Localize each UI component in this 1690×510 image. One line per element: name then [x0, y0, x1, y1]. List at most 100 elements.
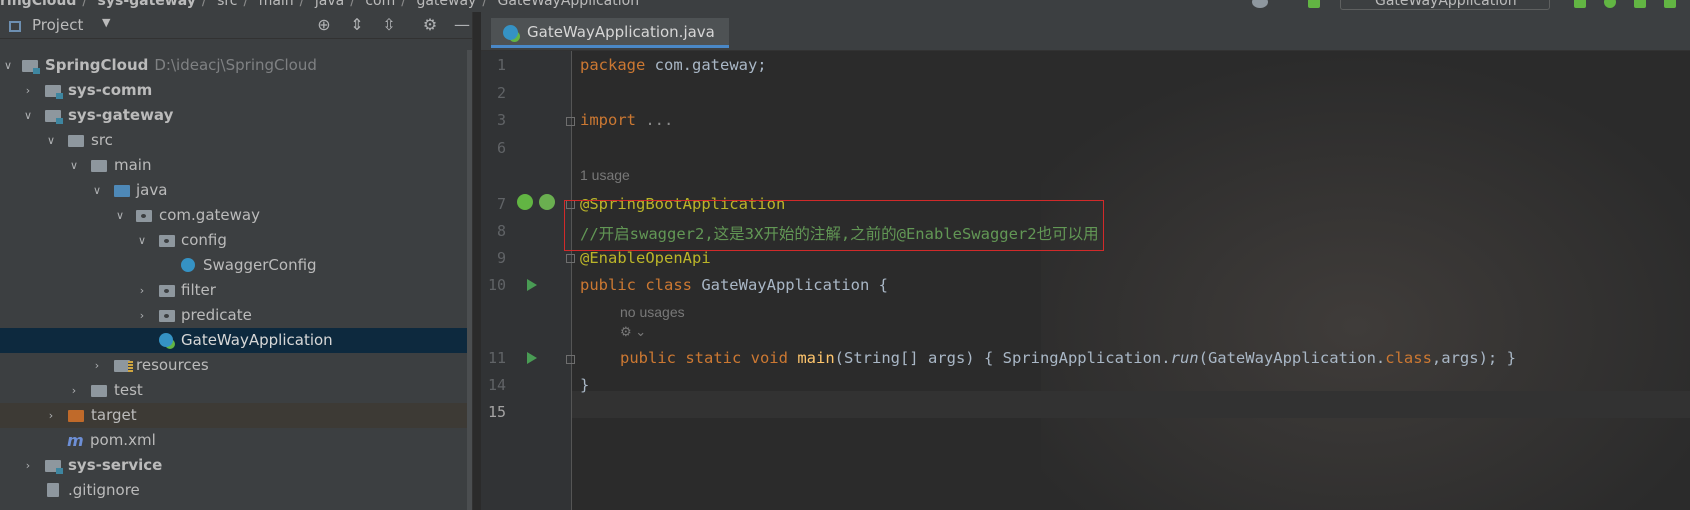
run-icon[interactable] [1574, 0, 1586, 8]
project-panel-title[interactable]: Project [32, 16, 83, 34]
tree-node-gitignore[interactable]: .gitignore [0, 478, 467, 503]
chevron-down-icon[interactable]: ∨ [91, 178, 103, 203]
locate-file-icon[interactable]: ⊕ [313, 14, 335, 36]
expand-all-icon[interactable]: ⇕ [346, 14, 368, 36]
breadcrumb: ringCloud / sys-gateway / src / main / java /… [0, 0, 645, 9]
coverage-icon[interactable] [1634, 0, 1646, 8]
chevron-right-icon[interactable]: › [68, 378, 80, 403]
folded-imports[interactable]: ... [636, 111, 673, 129]
gear-icon[interactable]: ⚙ [419, 14, 441, 36]
tree-node-gatewayapplication[interactable]: GateWayApplication [0, 328, 467, 353]
chevron-down-icon[interactable]: ∨ [45, 128, 57, 153]
chevron-right-icon[interactable]: › [136, 278, 148, 303]
tree-node-label: com.gateway [159, 206, 260, 224]
package-icon [136, 210, 152, 222]
tree-node-config[interactable]: ∨ config [0, 228, 467, 253]
tree-node-predicate[interactable]: › predicate [0, 303, 467, 328]
run-configuration-select[interactable]: GateWayApplication [1340, 0, 1550, 10]
line-number: 9 [496, 249, 506, 267]
breadcrumb-item[interactable]: java [315, 0, 344, 9]
code-line-11: public static void main(String[] args) {… [620, 349, 1516, 367]
run-gutter-icon[interactable] [527, 352, 537, 364]
chevron-down-icon[interactable]: ∨ [114, 203, 126, 228]
profile-icon[interactable] [1664, 0, 1676, 8]
tree-node-main[interactable]: ∨ main [0, 153, 467, 178]
chevron-down-icon[interactable]: ∨ [22, 103, 34, 128]
tree-node-pom-xml[interactable]: m pom.xml [0, 428, 467, 453]
chevron-right-icon[interactable]: › [91, 353, 103, 378]
run-gutter-icon[interactable] [527, 279, 537, 291]
fold-marker-icon[interactable] [566, 355, 575, 364]
chevron-right-icon[interactable]: › [136, 303, 148, 328]
chevron-down-icon[interactable]: ∨ [2, 53, 14, 78]
class-declaration: GateWayApplication { [691, 276, 888, 294]
tab-gatewayapplication-java[interactable]: GateWayApplication.java [491, 18, 729, 48]
line-number: 14 [487, 376, 506, 394]
code-editor[interactable]: 1 2 3 6 7 8 9 10 11 14 15 package com.ga… [481, 51, 1690, 510]
tree-node-path: D:\ideacj\SpringCloud [154, 56, 317, 74]
tree-node-sys-service[interactable]: › sys-service [0, 453, 467, 478]
breadcrumb-item[interactable]: gateway [416, 0, 476, 9]
fold-marker-icon[interactable] [566, 117, 575, 126]
breadcrumb-separator: / [299, 0, 305, 9]
breadcrumb-separator: / [201, 0, 207, 9]
tree-node-label: sys-comm [68, 81, 153, 99]
fold-marker-icon[interactable] [566, 254, 575, 263]
inlay-settings-icon[interactable]: ⚙ ⌄ [620, 324, 646, 340]
chevron-down-icon[interactable]: ∨ [136, 228, 148, 253]
folder-icon [91, 385, 107, 397]
breadcrumb-item[interactable]: src [217, 0, 237, 9]
code-text: (String[] args) { SpringApplication. [834, 349, 1171, 367]
tree-node-label: config [181, 231, 227, 249]
tree-node-com-gateway[interactable]: ∨ com.gateway [0, 203, 467, 228]
build-hammer-icon[interactable] [1308, 0, 1320, 8]
breadcrumb-item[interactable]: ringCloud [0, 0, 76, 9]
tree-node-filter[interactable]: › filter [0, 278, 467, 303]
keyword: package [580, 56, 646, 74]
tree-node-label: pom.xml [90, 431, 156, 449]
tree-node-label: sys-service [68, 456, 163, 474]
line-number: 10 [487, 276, 506, 294]
user-icon[interactable] [1252, 0, 1268, 8]
line-number: 6 [496, 139, 506, 157]
tree-node-sys-comm[interactable]: › sys-comm [0, 78, 467, 103]
debug-icon[interactable] [1604, 0, 1616, 8]
module-folder-icon [22, 60, 40, 74]
method-call: run [1170, 349, 1199, 367]
tree-node-src[interactable]: ∨ src [0, 128, 467, 153]
tree-node-test[interactable]: › test [0, 378, 467, 403]
tree-node-label: predicate [181, 306, 252, 324]
chevron-right-icon[interactable]: › [22, 453, 34, 478]
module-folder-icon [45, 460, 63, 474]
no-usages-hint[interactable]: no usages [620, 304, 685, 320]
usage-hint[interactable]: 1 usage [580, 167, 630, 183]
chevron-right-icon[interactable]: › [45, 403, 57, 428]
line-number: 3 [496, 111, 506, 129]
keyword: class [1385, 349, 1432, 367]
chevron-down-icon[interactable]: ∨ [68, 153, 80, 178]
editor-tab-bar: GateWayApplication.java [481, 12, 1690, 51]
breadcrumb-item[interactable]: main [259, 0, 294, 9]
background-image [1041, 51, 1690, 510]
collapse-all-icon[interactable]: ⇳ [378, 14, 400, 36]
line-number: 11 [487, 349, 506, 367]
chevron-right-icon[interactable]: › [22, 78, 34, 103]
breadcrumb-item[interactable]: GateWayApplication [498, 0, 640, 9]
tree-node-java[interactable]: ∨ java [0, 178, 467, 203]
spring-bean-icon[interactable] [517, 194, 533, 210]
tree-node-swaggerconfig[interactable]: SwaggerConfig [0, 253, 467, 278]
tree-node-target[interactable]: › target [0, 403, 467, 428]
package-icon [159, 310, 175, 322]
source-folder-icon [114, 185, 130, 197]
keyword: public static void [620, 349, 788, 367]
chevron-down-icon[interactable]: ▼ [102, 16, 110, 29]
line-number: 1 [496, 56, 506, 74]
breadcrumb-item[interactable]: sys-gateway [98, 0, 196, 9]
tree-node-springcloud[interactable]: ∨ SpringCloud D:\ideacj\SpringCloud [0, 53, 467, 78]
tree-node-resources[interactable]: › resources [0, 353, 467, 378]
tree-scrollbar[interactable] [467, 50, 472, 510]
breadcrumb-item[interactable]: com [365, 0, 395, 9]
tree-node-sys-gateway[interactable]: ∨ sys-gateway [0, 103, 467, 128]
hide-icon[interactable]: — [451, 14, 472, 36]
spring-navigation-icon[interactable] [539, 194, 555, 210]
